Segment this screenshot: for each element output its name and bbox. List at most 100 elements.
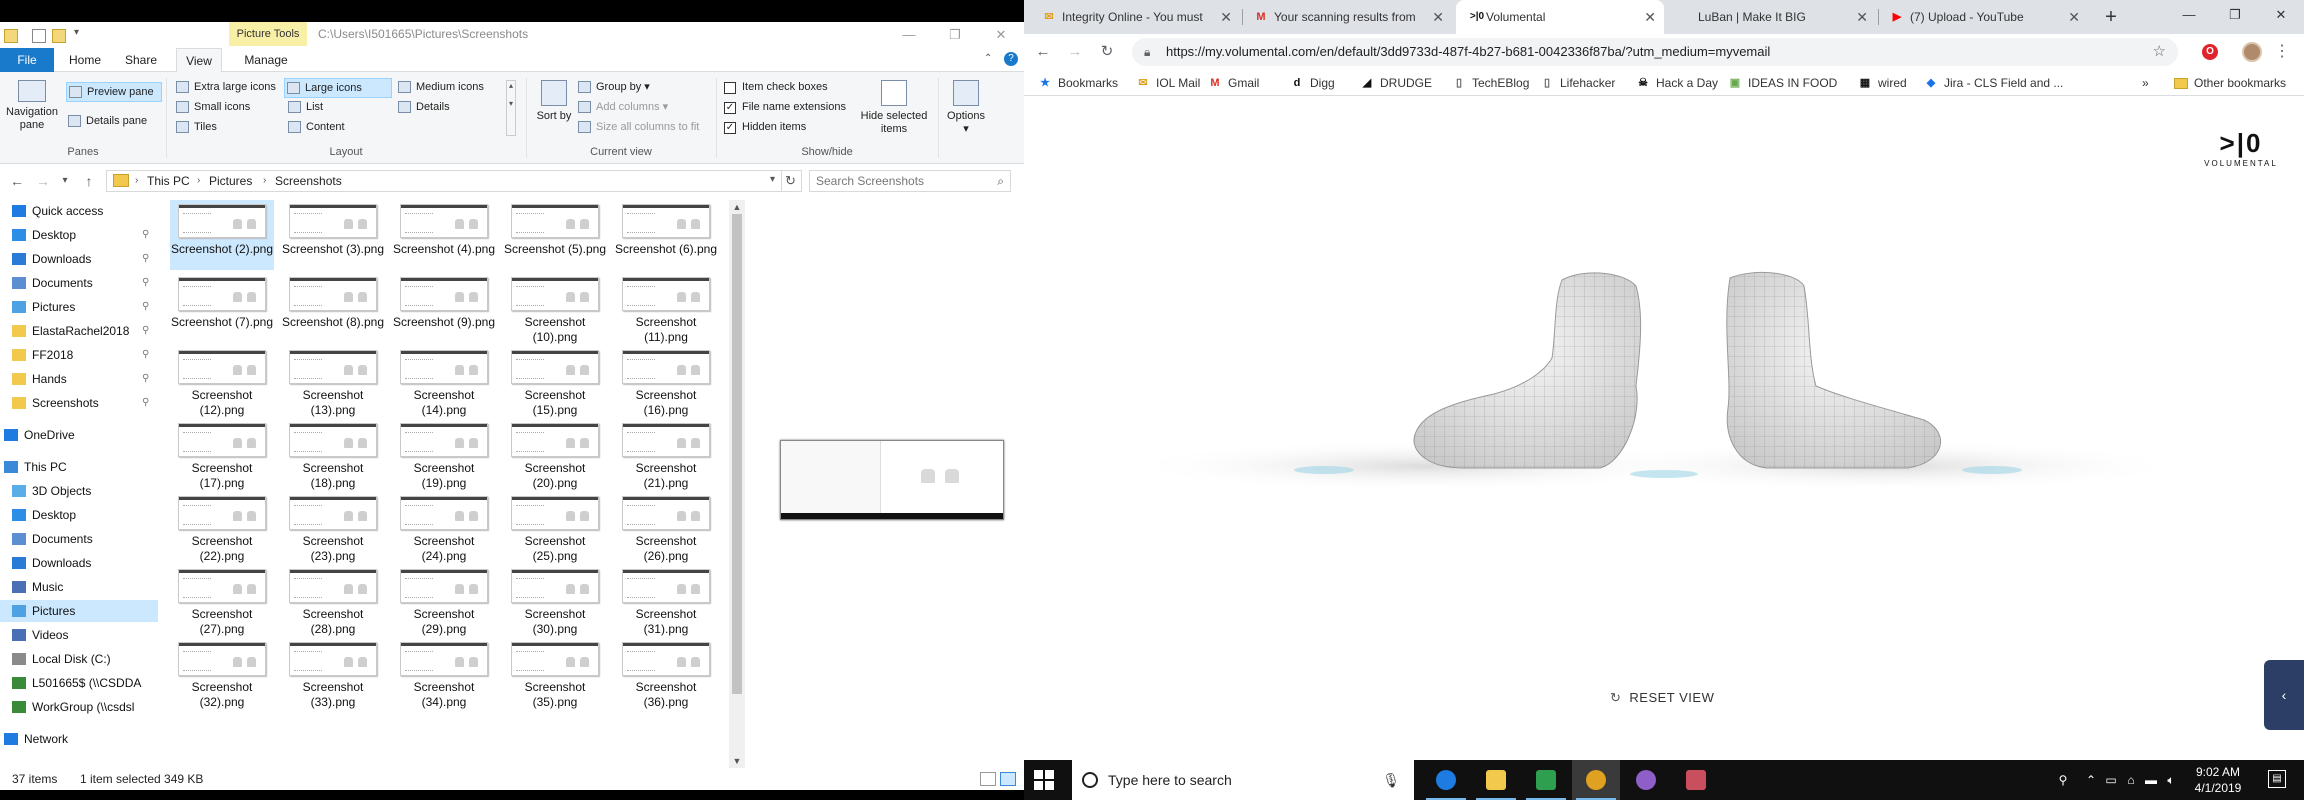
add-columns-button[interactable]: Add columns ▾ [576,98,668,118]
layout-details[interactable]: Details [396,98,450,118]
file-tile[interactable]: Screenshot (35).png [503,638,607,709]
breadcrumb-pictures[interactable]: Pictures [209,171,252,191]
nav-item[interactable]: Music [0,576,158,598]
nav-item[interactable]: Screenshots ⚲ [0,392,158,414]
maximize-button[interactable]: ❐ [932,22,978,48]
forward-arrow-icon[interactable]: → [34,172,52,190]
bookmark-item[interactable]: M Gmail [1208,70,1259,96]
breadcrumb-this-pc[interactable]: This PC [147,171,190,191]
nav-item[interactable]: Documents ⚲ [0,272,158,294]
nav-item[interactable]: Pictures [0,600,158,622]
file-tile[interactable]: Screenshot (7).png [170,273,274,343]
layout-extra-large-icons[interactable]: Extra large icons [174,78,276,98]
checkbox-unchecked[interactable] [724,82,736,94]
action-center-icon[interactable]: ▤ [2268,770,2286,788]
edge-icon[interactable] [1422,760,1470,800]
hide-selected-items-button[interactable]: Hide selected items [856,80,932,136]
tab-file[interactable]: File [0,48,54,72]
bookmark-item[interactable]: ◢ DRUDGE [1360,70,1432,96]
browser-tab-integrity[interactable]: ✉ Integrity Online - You must ✕ [1032,0,1240,34]
file-tile[interactable]: Screenshot (20).png [503,419,607,490]
file-tile[interactable]: Screenshot (26).png [614,492,718,563]
url-bar[interactable]: 🔒︎ https://my.volumental.com/en/default/… [1132,38,2178,66]
large-icons-view-icon[interactable] [1000,772,1016,786]
file-tile[interactable]: Screenshot (16).png [614,346,718,417]
forward-arrow-icon[interactable]: → [1064,41,1086,63]
qat-dropdown-icon[interactable]: ▾ [74,27,79,38]
browser-tab-luban[interactable]: LuBan | Make It BIG ✕ [1668,0,1876,34]
scroll-thumb[interactable] [732,214,742,694]
file-tile[interactable]: Screenshot (15).png [503,346,607,417]
usb-icon[interactable]: ▭ [2102,760,2120,800]
tab-share[interactable]: Share [116,48,166,72]
bookmark-item[interactable]: ✉ IOL Mail [1136,70,1200,96]
file-tile[interactable]: Screenshot (23).png [281,492,385,563]
checkbox-checked[interactable]: ✓ [724,102,736,114]
reload-icon[interactable]: ↻ [1096,41,1118,63]
bookmark-item[interactable]: ▣ IDEAS IN FOOD [1728,70,1838,96]
file-tile[interactable]: Screenshot (2).png [170,200,274,270]
file-tile[interactable]: Screenshot (10).png [503,273,607,344]
item-check-boxes-toggle[interactable]: Item check boxes [722,78,828,98]
nav-item[interactable]: This PC [0,456,158,478]
nav-item[interactable]: ElastaRachel2018 ⚲ [0,320,158,342]
layout-scroll[interactable]: ▴ ▾ [506,80,516,136]
file-tile[interactable]: Screenshot (25).png [503,492,607,563]
file-tile[interactable]: Screenshot (32).png [170,638,274,709]
layout-medium-icons[interactable]: Medium icons [396,78,484,98]
file-tile[interactable]: Screenshot (5).png [503,200,607,270]
preview-pane-button[interactable]: Preview pane [66,82,162,102]
reset-view-button[interactable]: ↻ RESET VIEW [1610,688,1714,708]
nav-item[interactable]: FF2018 ⚲ [0,344,158,366]
minimize-button[interactable]: — [886,22,932,48]
file-tile[interactable]: Screenshot (17).png [170,419,274,490]
file-tile[interactable]: Screenshot (8).png [281,273,385,343]
menu-icon[interactable]: ⋮ [2274,41,2290,63]
restore-button[interactable]: ❐ [2212,0,2258,30]
file-name-extensions-toggle[interactable]: ✓ File name extensions [722,98,846,118]
nav-item[interactable]: 3D Objects [0,480,158,502]
layout-large-icons[interactable]: Large icons [284,78,392,98]
chrome-icon[interactable] [1572,760,1620,800]
browser-tab-youtube[interactable]: ▶ (7) Upload - YouTube ✕ [1880,0,2088,34]
file-tile[interactable]: Screenshot (28).png [281,565,385,636]
size-columns-button[interactable]: Size all columns to fit [576,118,699,138]
clock[interactable]: 9:02 AM 4/1/2019 [2186,764,2250,796]
file-tile[interactable]: Screenshot (6).png [614,200,718,270]
nav-item[interactable]: Downloads [0,552,158,574]
bookmark-item[interactable]: d Digg [1290,70,1335,96]
file-tile[interactable]: Screenshot (14).png [392,346,496,417]
close-button[interactable]: ✕ [2258,0,2304,30]
group-by-button[interactable]: Group by ▾ [576,78,650,98]
properties-icon[interactable] [32,29,46,43]
file-explorer-icon[interactable] [1472,760,1520,800]
nav-item[interactable]: Desktop ⚲ [0,224,158,246]
people-icon[interactable]: ⚲ [2054,760,2072,800]
scroll-up-icon[interactable]: ▲ [729,200,745,214]
bookmark-star-icon[interactable]: ☆ [2153,38,2166,66]
new-tab-button[interactable]: + [2099,0,2123,34]
bookmark-item[interactable]: ▦ wired [1858,70,1907,96]
close-tab-icon[interactable]: ✕ [2068,0,2080,34]
layout-small-icons[interactable]: Small icons [174,98,250,118]
nav-item[interactable]: Hands ⚲ [0,368,158,390]
nav-item[interactable]: Pictures ⚲ [0,296,158,318]
close-button[interactable]: ✕ [978,22,1024,48]
file-tile[interactable]: Screenshot (12).png [170,346,274,417]
profile-avatar[interactable] [2242,42,2262,62]
options-button[interactable]: Options ▾ [942,80,990,136]
bookmark-item[interactable]: ◆ Jira - CLS Field and ... [1924,70,2064,96]
bookmark-item[interactable]: ★ Bookmarks [1038,70,1118,96]
nav-item[interactable]: Documents [0,528,158,550]
file-tile[interactable]: Screenshot (33).png [281,638,385,709]
other-bookmarks[interactable]: Other bookmarks [2174,70,2286,96]
sheets-icon[interactable] [1522,760,1570,800]
new-folder-icon[interactable] [52,29,66,43]
file-tile[interactable]: Screenshot (30).png [503,565,607,636]
file-tile[interactable]: Screenshot (22).png [170,492,274,563]
scroll-down-icon[interactable]: ▼ [729,754,745,768]
layout-list[interactable]: List [286,98,323,118]
tab-view[interactable]: View [176,48,222,73]
checkbox-checked[interactable]: ✓ [724,122,736,134]
back-arrow-icon[interactable]: ← [8,172,26,190]
